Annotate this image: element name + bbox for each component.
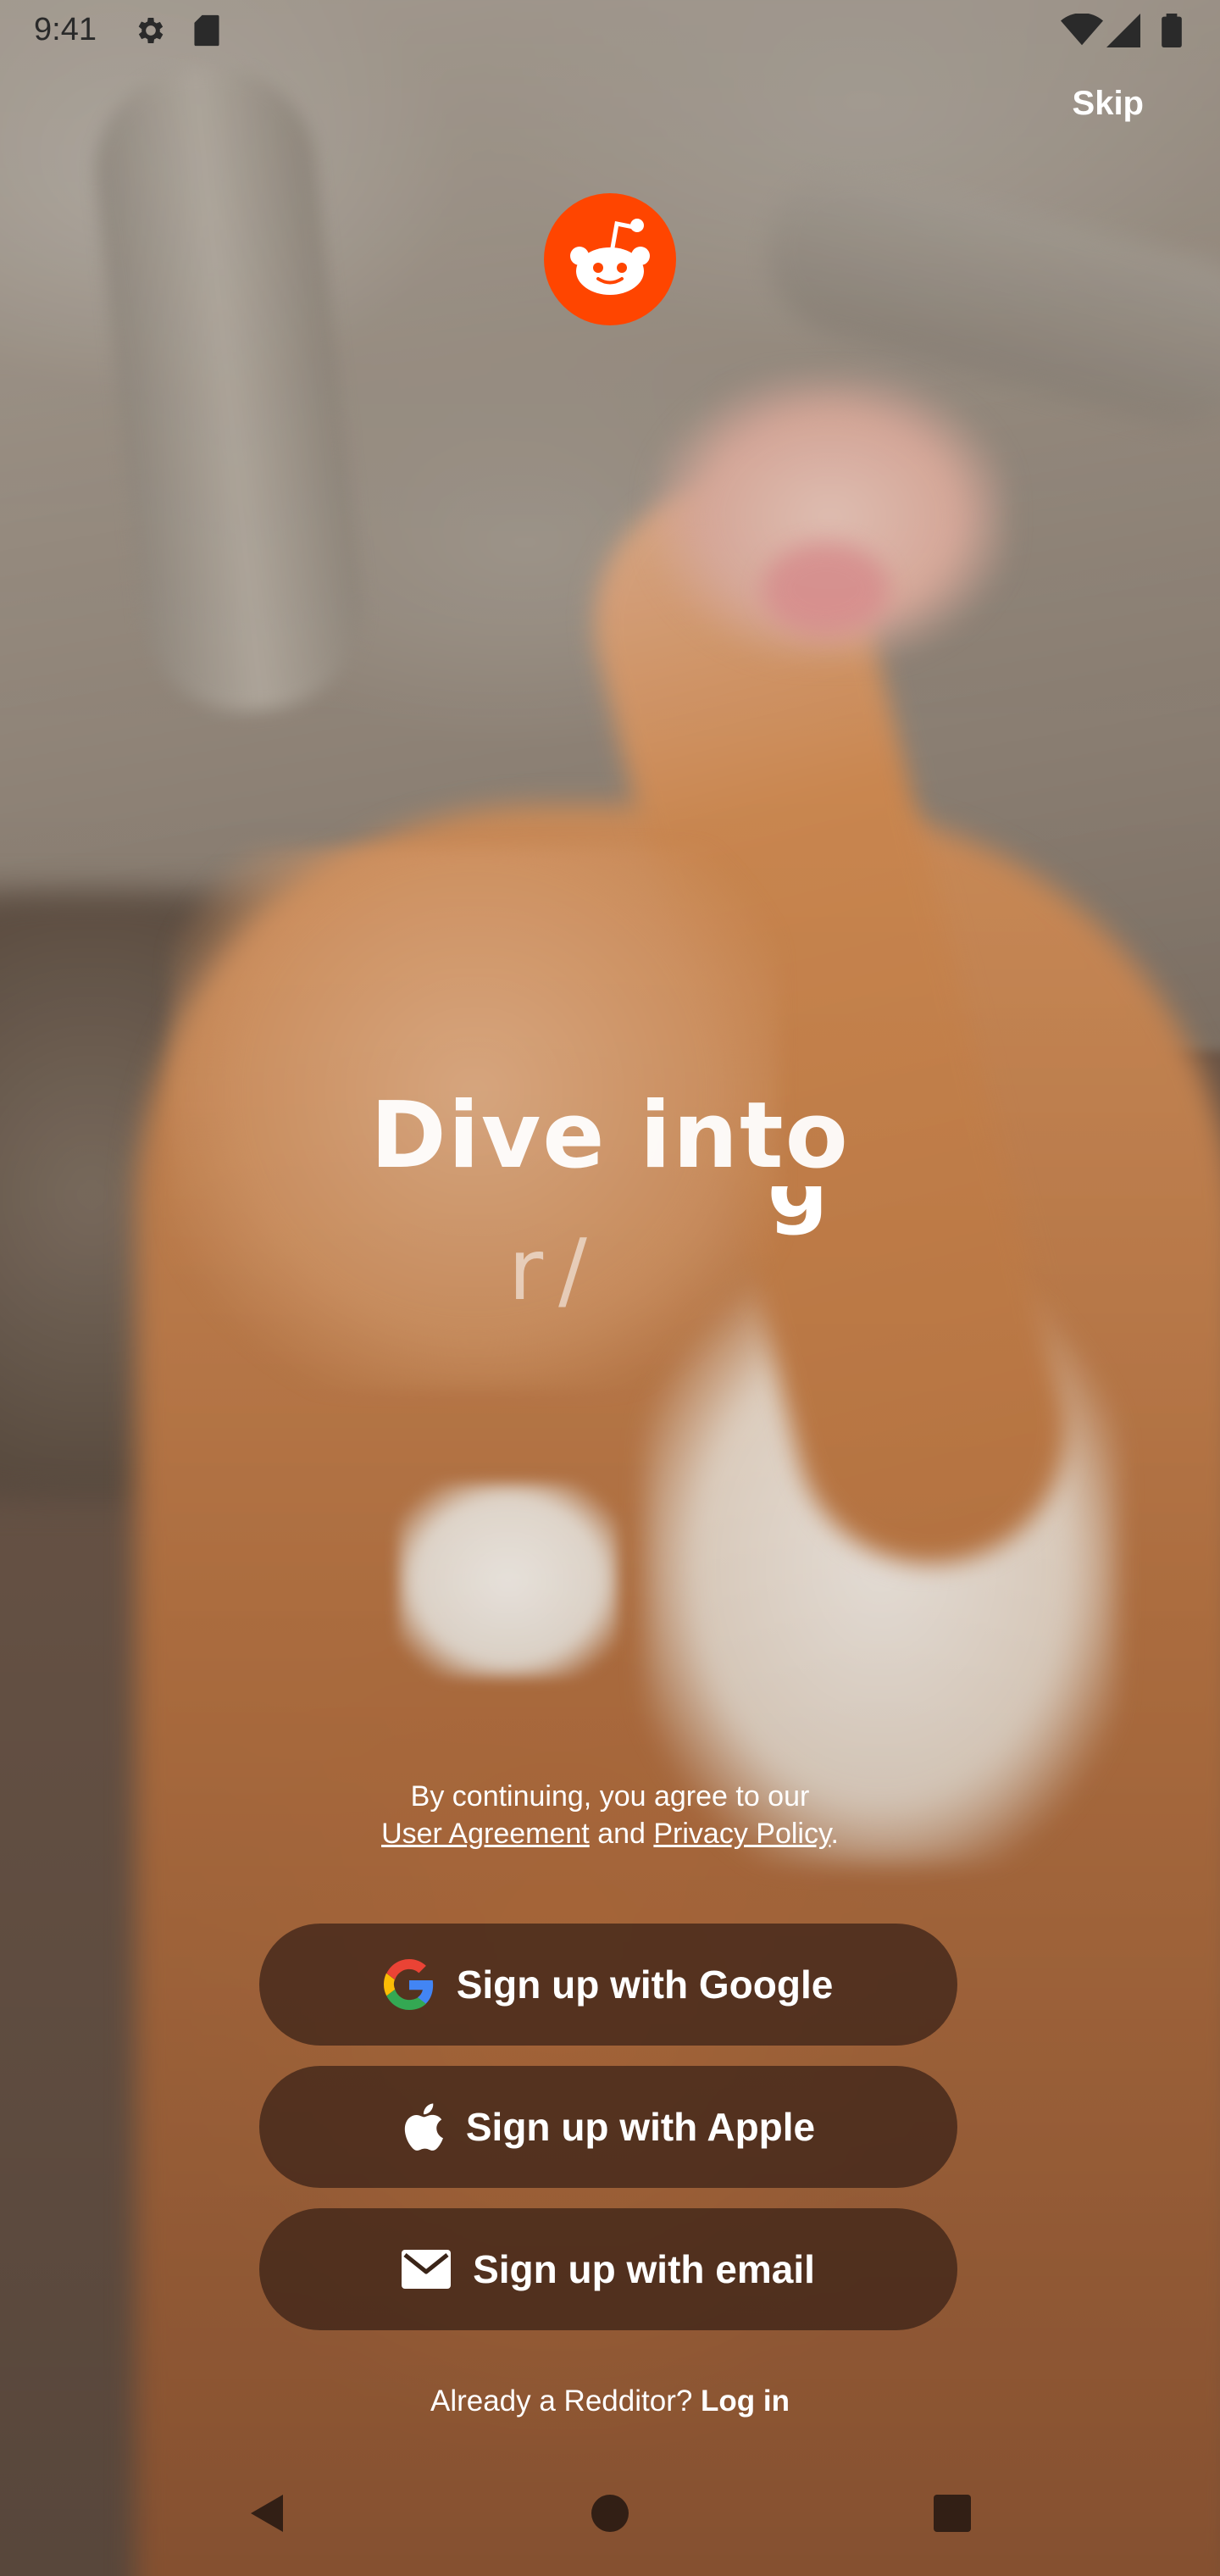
background-photo bbox=[0, 0, 1220, 2576]
reddit-snoo-icon bbox=[570, 219, 650, 295]
legal-notice: By continuing, you agree to our User Agr… bbox=[0, 1778, 1220, 1852]
legal-and: and bbox=[597, 1818, 646, 1850]
sign-up-email-button[interactable]: Sign up with email bbox=[259, 2208, 957, 2330]
status-bar: 9:41 bbox=[0, 0, 1220, 61]
back-icon[interactable] bbox=[246, 2491, 290, 2535]
status-time: 9:41 bbox=[34, 12, 97, 47]
gear-icon bbox=[138, 18, 164, 43]
privacy-policy-link[interactable]: Privacy Policy bbox=[653, 1818, 830, 1850]
sign-up-google-button[interactable]: Sign up with Google bbox=[259, 1924, 957, 2046]
hero-headline: Dive into bbox=[370, 1083, 850, 1189]
sign-up-email-label: Sign up with email bbox=[473, 2247, 815, 2291]
login-question: Already a Redditor? bbox=[430, 2384, 693, 2418]
skip-button[interactable]: Skip bbox=[1073, 85, 1144, 123]
reddit-logo bbox=[544, 193, 676, 325]
home-icon[interactable] bbox=[588, 2491, 632, 2535]
legal-period: . bbox=[830, 1818, 839, 1850]
battery-icon bbox=[1162, 14, 1182, 47]
wifi-icon bbox=[1061, 14, 1103, 46]
mail-icon bbox=[402, 2250, 452, 2289]
sign-up-apple-button[interactable]: Sign up with Apple bbox=[259, 2066, 957, 2188]
legal-line: By continuing, you agree to our bbox=[410, 1780, 810, 1813]
sign-up-google-label: Sign up with Google bbox=[456, 1963, 834, 2007]
recents-icon[interactable] bbox=[930, 2491, 974, 2535]
hero-subreddit-fragment: g bbox=[768, 1186, 827, 1237]
google-icon bbox=[383, 1959, 433, 2010]
signal-icon bbox=[1106, 14, 1140, 47]
legal-links: User Agreement and Privacy Policy. bbox=[0, 1815, 1220, 1852]
hero-subreddit-prefix: r/ bbox=[508, 1220, 602, 1319]
login-prompt: Already a Redditor? Log in bbox=[0, 2384, 1220, 2418]
sign-up-apple-label: Sign up with Apple bbox=[465, 2105, 816, 2149]
apple-icon bbox=[404, 2103, 443, 2151]
sd-card-icon bbox=[194, 14, 219, 47]
user-agreement-link[interactable]: User Agreement bbox=[381, 1818, 590, 1850]
log-in-link[interactable]: Log in bbox=[701, 2384, 790, 2418]
